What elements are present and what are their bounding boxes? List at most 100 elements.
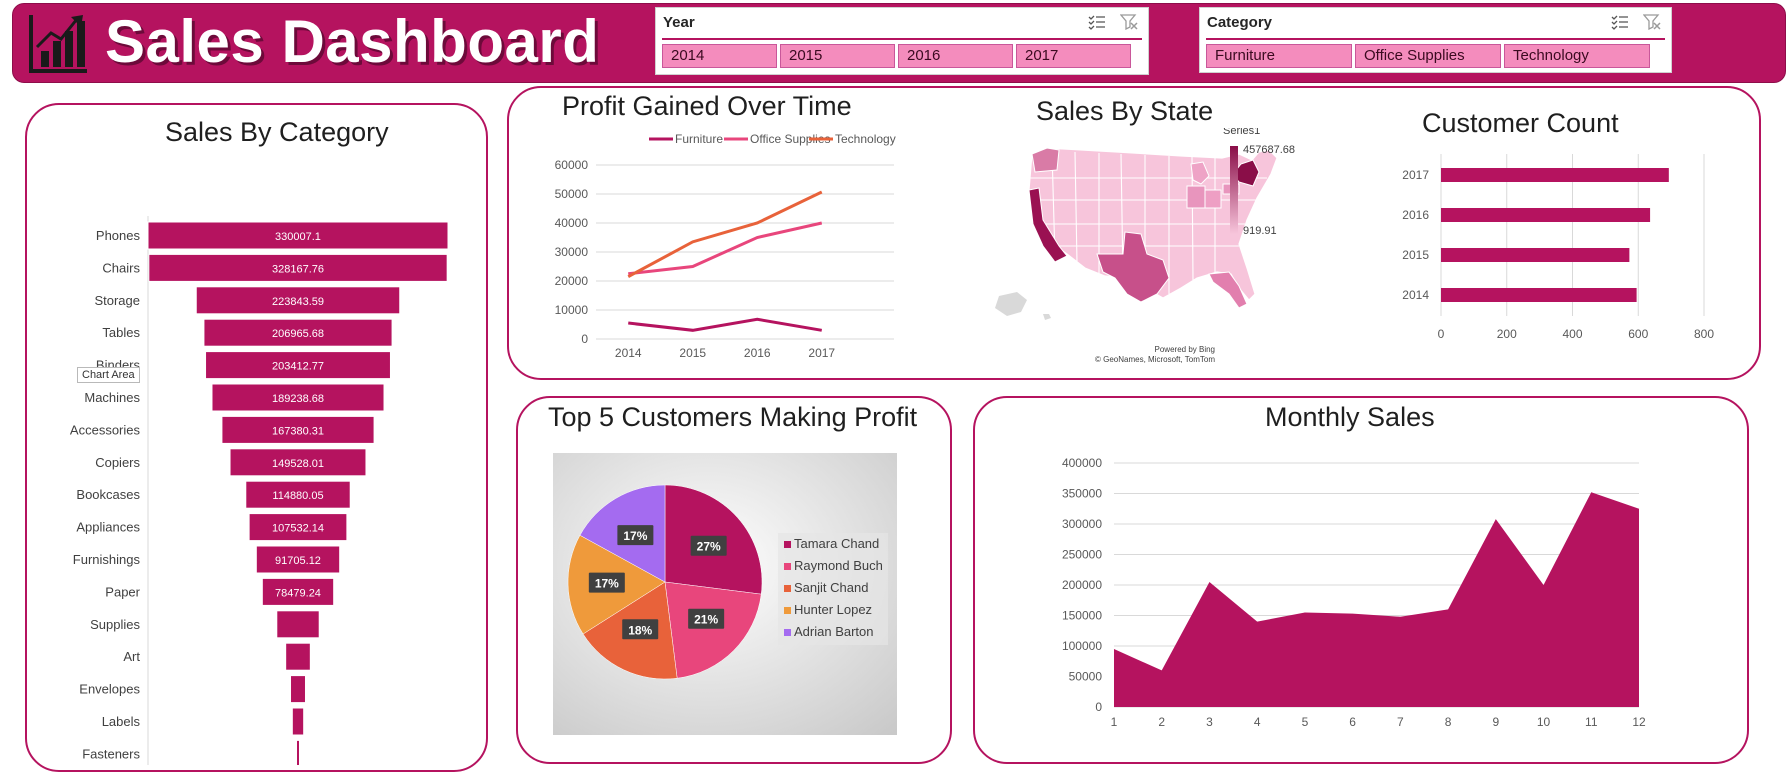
- y-tick-label: 150000: [1062, 609, 1102, 623]
- multi-select-icon[interactable]: [1611, 14, 1629, 30]
- profit-over-time-chart[interactable]: 0 10000 20000 30000 40000 50000 60000 2014 2015 2…: [519, 128, 949, 378]
- year-slicer-item[interactable]: 2015: [780, 44, 895, 68]
- funnel-data-label: 91705.12: [275, 555, 321, 567]
- y-tick-label: 300000: [1062, 517, 1102, 531]
- x-tick-label: 600: [1628, 327, 1648, 341]
- dashboard-header: Sales Dashboard Year 2014 2015 2016 2017 Ca…: [12, 3, 1786, 83]
- category-tick-label: Tables: [102, 325, 140, 340]
- dashboard-title: Sales Dashboard: [105, 8, 600, 75]
- category-tick-label: Machines: [84, 390, 140, 405]
- x-tick-label: 2016: [744, 346, 771, 360]
- y-tick-label: 350000: [1062, 487, 1102, 501]
- legend-label: Raymond Buch: [794, 558, 883, 573]
- funnel-data-label: 107532.14: [272, 523, 324, 535]
- funnel-bar: [296, 739, 300, 765]
- monthly-sales-title: Monthly Sales: [1265, 402, 1435, 432]
- y-tick-label: 100000: [1062, 639, 1102, 653]
- monthly-sales-panel: Monthly Sales 0 50000 100000 150000 200000 25…: [973, 396, 1749, 764]
- pie-data-label: 18%: [628, 623, 652, 637]
- x-tick-label: 11: [1585, 715, 1598, 729]
- pie-data-label: 17%: [595, 577, 619, 591]
- y-tick-label: 2017: [1402, 168, 1429, 182]
- y-tick-label: 20000: [555, 274, 589, 288]
- year-slicer[interactable]: Year 2014 2015 2016 2017: [655, 7, 1149, 75]
- category-tick-label: Furnishings: [73, 552, 141, 567]
- y-tick-label: 10000: [555, 303, 589, 317]
- y-tick-label: 50000: [1069, 670, 1103, 684]
- category-tick-label: Phones: [96, 228, 141, 243]
- sales-dashboard: Sales Dashboard Year 2014 2015 2016 2017 Ca…: [0, 0, 1791, 778]
- clear-filter-icon[interactable]: [1643, 14, 1661, 30]
- overview-panel: Profit Gained Over Time Sales By State C…: [507, 86, 1761, 380]
- legend-swatch: [784, 541, 791, 548]
- sales-by-category-chart[interactable]: Phones 330007.1 Chairs 328167.76 Storage 2238…: [27, 165, 488, 765]
- y-tick-label: 250000: [1062, 548, 1102, 562]
- x-tick-label: 800: [1694, 327, 1714, 341]
- funnel-data-label: 78479.24: [275, 587, 321, 599]
- funnel-data-label: 206965.68: [272, 328, 324, 340]
- map-legend-scale: [1230, 146, 1238, 234]
- x-tick-label: 3: [1206, 715, 1213, 729]
- funnel-bar: [276, 610, 320, 639]
- y-tick-label: 2015: [1402, 248, 1429, 262]
- x-tick-label: 9: [1492, 715, 1499, 729]
- category-slicer-item[interactable]: Furniture: [1206, 44, 1352, 68]
- legend-swatch: [784, 563, 791, 570]
- map-legend-min: 919.91: [1243, 225, 1277, 237]
- pie-data-label: 27%: [697, 540, 721, 554]
- series-line-technology: [627, 190, 823, 278]
- top-customers-pie-chart[interactable]: 27% 21% 18% 17% 17% Tamara Chand Raymond Buch S…: [553, 453, 897, 735]
- funnel-data-label: 328167.76: [272, 263, 324, 275]
- x-tick-label: 1: [1111, 715, 1118, 729]
- category-tick-label: Envelopes: [79, 682, 140, 697]
- category-tick-label: Fasteners: [82, 746, 140, 761]
- category-tick-label: Supplies: [90, 617, 140, 632]
- customer-count-bar: [1441, 208, 1651, 222]
- customer-count-bar: [1441, 288, 1637, 302]
- y-tick-label: 60000: [555, 158, 589, 172]
- year-slicer-item[interactable]: 2016: [898, 44, 1013, 68]
- year-slicer-item[interactable]: 2014: [662, 44, 777, 68]
- funnel-bar: [291, 707, 305, 736]
- y-tick-label: 50000: [555, 187, 589, 201]
- funnel-data-label: 330007.1: [275, 231, 321, 243]
- customer-count-chart[interactable]: 0 200 400 600 800 2017 2016 2015 2014: [1389, 154, 1719, 354]
- sales-by-state-title: Sales By State: [1036, 96, 1214, 126]
- x-tick-label: 0: [1438, 327, 1445, 341]
- series-line-furniture: [628, 317, 823, 332]
- x-tick-label: 8: [1445, 715, 1452, 729]
- funnel-data-label: 167380.31: [272, 425, 324, 437]
- sales-by-state-map[interactable]: Series1 457687.68 919.91 Powered by Bing…: [977, 128, 1322, 363]
- chart-area-tooltip: Chart Area: [77, 367, 140, 383]
- category-tick-label: Copiers: [95, 455, 140, 470]
- category-tick-label: Art: [123, 649, 140, 664]
- category-tick-label: Paper: [105, 584, 140, 599]
- year-slicer-item[interactable]: 2017: [1016, 44, 1131, 68]
- multi-select-icon[interactable]: [1088, 14, 1106, 30]
- clear-filter-icon[interactable]: [1120, 14, 1138, 30]
- series-line-office-supplies: [628, 221, 823, 276]
- map-legend-max: 457687.68: [1243, 144, 1295, 156]
- category-slicer-item[interactable]: Technology: [1504, 44, 1650, 68]
- legend-label: Hunter Lopez: [794, 602, 872, 617]
- funnel-data-label: 223843.59: [272, 296, 324, 308]
- category-slicer[interactable]: Category Furniture Office Supplies Technol…: [1199, 7, 1672, 73]
- year-slicer-title: Year: [663, 14, 695, 31]
- category-slicer-item[interactable]: Office Supplies: [1355, 44, 1501, 68]
- legend-swatch: [784, 629, 791, 636]
- top-customers-title: Top 5 Customers Making Profit: [548, 402, 918, 432]
- legend-label: Tamara Chand: [794, 536, 879, 551]
- pie-data-label: 21%: [694, 613, 718, 627]
- x-tick-label: 200: [1497, 327, 1517, 341]
- x-tick-label: 10: [1537, 715, 1551, 729]
- monthly-sales-area-chart[interactable]: 0 50000 100000 150000 200000 250000 300000 3500…: [1015, 448, 1715, 748]
- y-tick-label: 30000: [555, 245, 589, 259]
- sales-by-category-title: Sales By Category: [165, 117, 389, 147]
- y-tick-label: 2016: [1402, 208, 1429, 222]
- legend-swatch: [784, 607, 791, 614]
- pie-data-label: 17%: [623, 529, 647, 543]
- x-tick-label: 2014: [615, 346, 642, 360]
- category-tick-label: Bookcases: [76, 487, 140, 502]
- legend-label: Adrian Barton: [794, 624, 874, 639]
- x-tick-label: 2015: [679, 346, 706, 360]
